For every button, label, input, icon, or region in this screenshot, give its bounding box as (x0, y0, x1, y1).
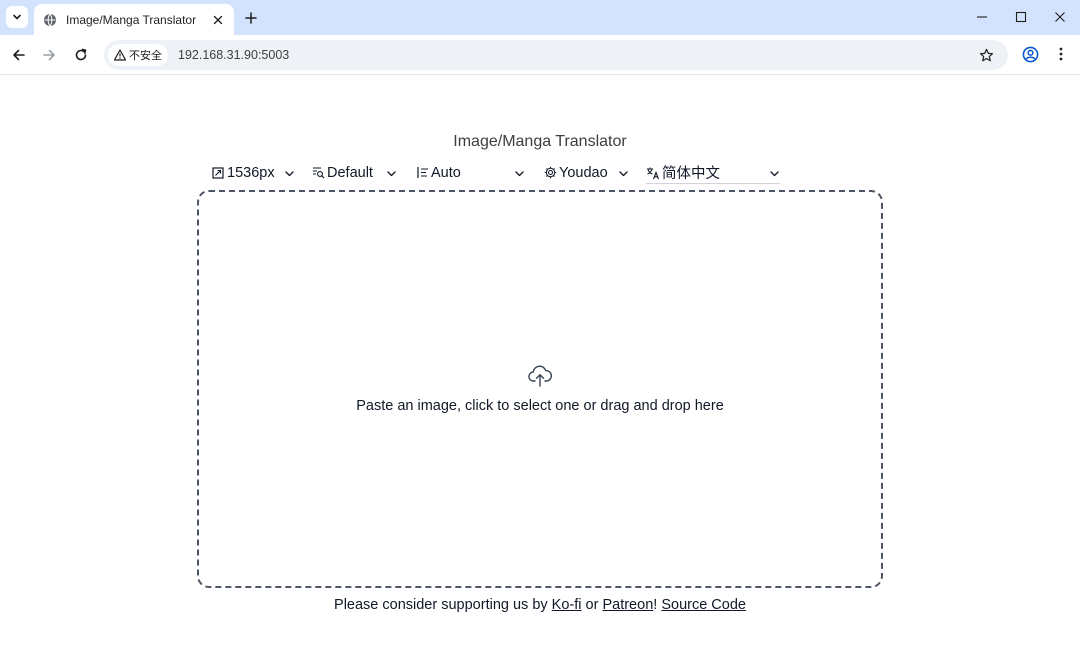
translator-select[interactable]: Youdao (543, 162, 629, 184)
forward-button[interactable] (38, 44, 60, 66)
window-maximize-button[interactable] (1009, 6, 1033, 28)
reload-button[interactable] (70, 44, 92, 66)
text-search-icon (311, 166, 325, 180)
chevron-down-icon (283, 167, 295, 179)
back-button[interactable] (8, 44, 30, 66)
direction-select[interactable]: Auto (415, 162, 525, 184)
page-title: Image/Manga Translator (453, 133, 627, 150)
url-text[interactable]: 192.168.31.90:5003 (178, 48, 289, 62)
plus-icon (245, 12, 257, 24)
footer: Please consider supporting us by Ko-fi o… (0, 597, 1080, 613)
star-icon (979, 48, 993, 61)
browser-toolbar: 不安全 192.168.31.90:5003 (0, 35, 1080, 75)
tab-search-button[interactable] (6, 6, 28, 28)
reload-icon (75, 48, 87, 61)
profile-icon (1022, 46, 1038, 62)
maximize-icon (1015, 11, 1027, 23)
chevron-down-icon (617, 167, 629, 179)
target-language-value: 简体中文 (662, 166, 720, 182)
cloud-upload-icon (527, 362, 553, 388)
patreon-link[interactable]: Patreon (602, 597, 653, 613)
kofi-link[interactable]: Ko-fi (552, 597, 582, 613)
chevron-down-icon (768, 167, 780, 179)
profile-button[interactable] (1019, 43, 1041, 65)
chevron-down-icon (13, 14, 21, 20)
chevron-down-icon (513, 167, 525, 179)
text-direction-icon (415, 166, 429, 180)
footer-prefix: Please consider supporting us by (334, 597, 548, 613)
arrow-right-icon (43, 49, 55, 61)
size-select[interactable]: 1536px (211, 162, 295, 184)
minimize-icon (977, 16, 987, 18)
footer-or: or (585, 597, 599, 613)
dropzone-instructions: Paste an image, click to select one or d… (356, 398, 724, 414)
gear-icon (543, 166, 557, 180)
new-tab-button[interactable] (241, 8, 261, 28)
source-code-link[interactable]: Source Code (661, 597, 746, 613)
tab-close-button[interactable] (210, 12, 226, 28)
warning-icon (114, 49, 126, 61)
bookmark-button[interactable] (976, 45, 996, 65)
chevron-down-icon (385, 167, 397, 179)
security-label: 不安全 (129, 50, 162, 62)
window-minimize-button[interactable] (970, 6, 994, 28)
resize-icon (211, 166, 225, 180)
close-icon (1055, 12, 1065, 22)
translate-icon (646, 166, 660, 180)
size-value: 1536px (227, 164, 275, 181)
more-vertical-icon (1059, 47, 1063, 61)
browser-tab-active[interactable]: Image/Manga Translator (34, 4, 234, 35)
direction-value: Auto (431, 164, 461, 181)
detector-select[interactable]: Default (311, 162, 397, 184)
image-dropzone[interactable] (197, 190, 883, 588)
browser-menu-button[interactable] (1051, 43, 1071, 65)
security-chip[interactable]: 不安全 (108, 44, 168, 66)
translator-value: Youdao (559, 164, 608, 181)
browser-tab-bar: Image/Manga Translator (0, 0, 1080, 35)
arrow-left-icon (13, 49, 25, 61)
close-icon (213, 15, 223, 24)
window-close-button[interactable] (1048, 6, 1072, 28)
tab-title: Image/Manga Translator (66, 12, 197, 27)
footer-exclaim: ! (653, 597, 658, 613)
detector-value: Default (327, 164, 373, 181)
address-bar[interactable]: 不安全 192.168.31.90:5003 (104, 40, 1008, 70)
target-language-select[interactable]: 简体中文 (646, 162, 780, 184)
globe-icon (42, 12, 58, 28)
